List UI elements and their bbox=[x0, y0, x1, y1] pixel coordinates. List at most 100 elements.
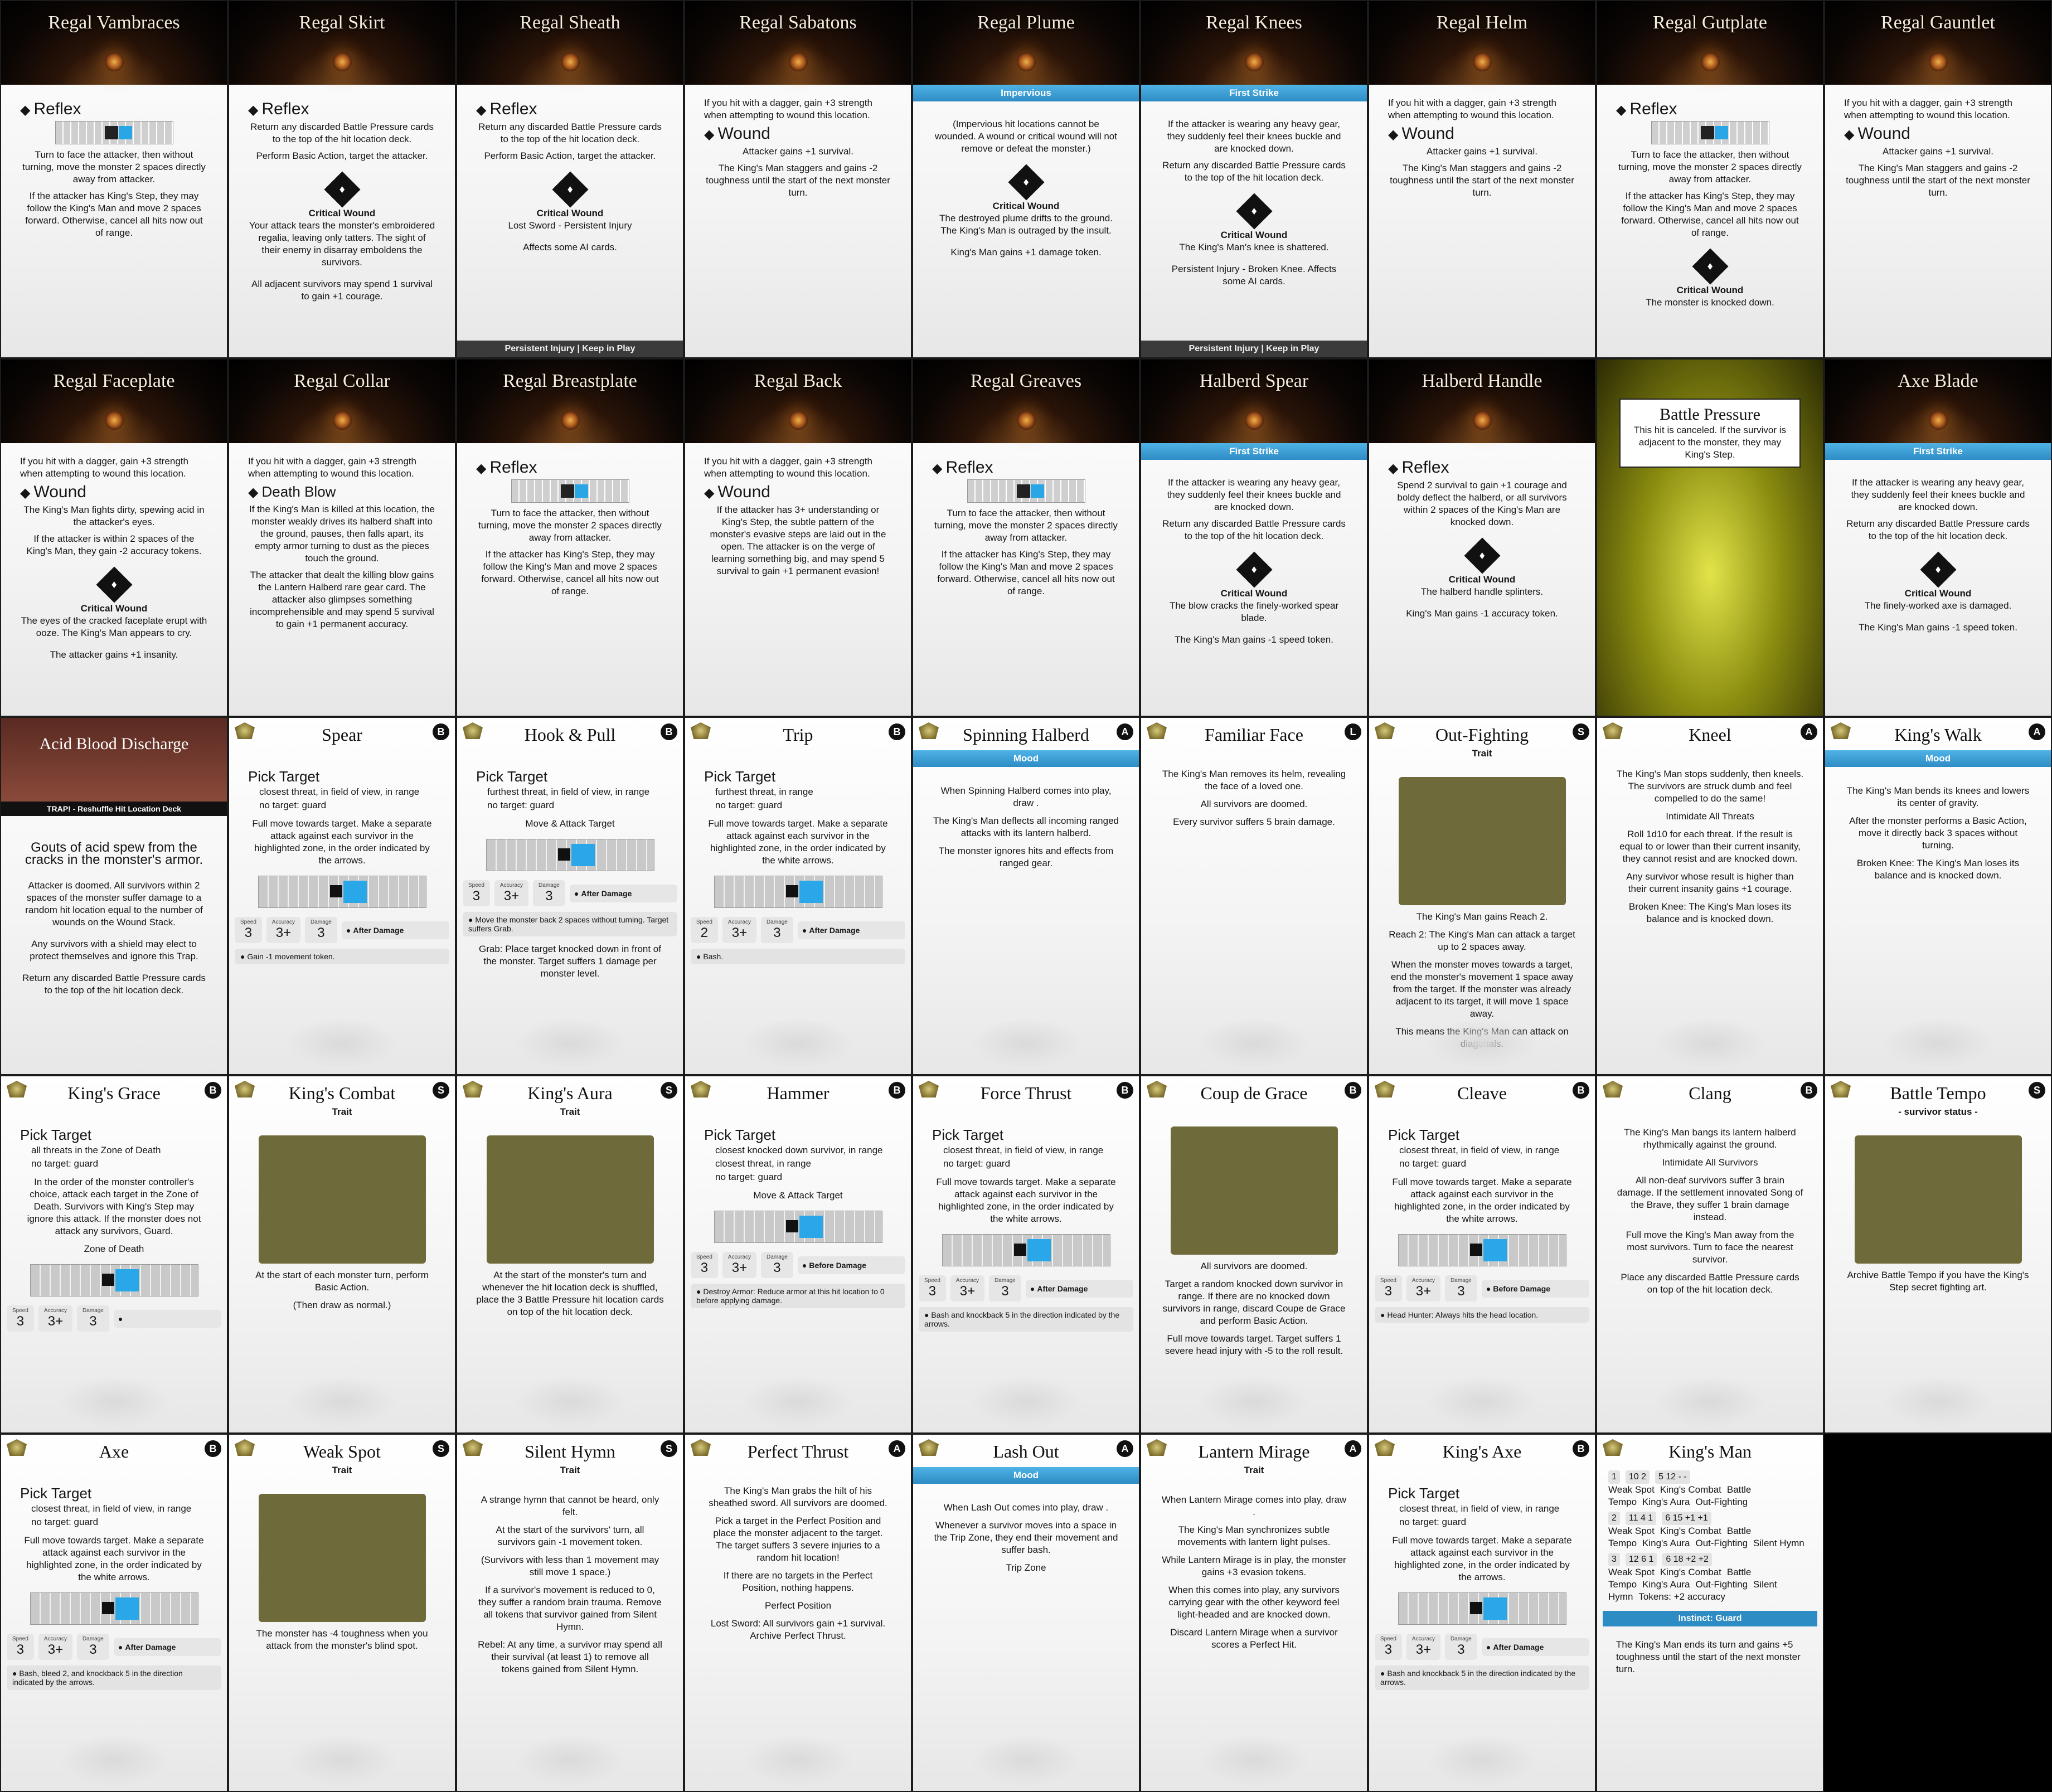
card-text: Move & Attack Target bbox=[525, 818, 615, 829]
ai-card[interactable]: King's Axe B Pick Target closest threat, in… bbox=[1368, 1434, 1596, 1792]
ai-card[interactable]: Cleave B Pick Target closest threat, in fie… bbox=[1368, 1075, 1596, 1434]
ai-card[interactable]: Out-Fighting S Trait The King's Man gains R… bbox=[1368, 717, 1596, 1075]
card-text: The King's Man stops suddenly, then knee… bbox=[1616, 769, 1804, 804]
card-type-badge: A bbox=[1117, 723, 1133, 740]
ai-card[interactable]: Coup de Grace B All survivors are doomed. T… bbox=[1140, 1075, 1368, 1434]
ai-card[interactable]: Spinning Halberd A Mood When Spinning Halbe… bbox=[912, 717, 1140, 1075]
hit-location-card[interactable]: Regal Sabatons If you hit with a dagger, … bbox=[684, 0, 912, 358]
ai-card[interactable]: King's Grace B Pick Target all threats in t… bbox=[0, 1075, 228, 1434]
hit-location-card[interactable]: Regal Skirt Reflex Return any discarded Ba… bbox=[228, 0, 456, 358]
card-title: Axe Blade bbox=[1898, 371, 1978, 391]
trait-item: Weak Spot bbox=[1608, 1484, 1655, 1495]
trigger-effect: Gain -1 movement token. bbox=[235, 949, 449, 964]
ai-card[interactable]: King's Man 1 10 25 12 - - Weak Spot King's C… bbox=[1596, 1434, 1824, 1792]
ai-card[interactable]: Clang B The King's Man bangs its lantern h… bbox=[1596, 1075, 1824, 1434]
card-body: The King's Man grabs the hilt of his she… bbox=[685, 1467, 911, 1642]
trait-item: King's Combat bbox=[1660, 1526, 1721, 1536]
target-condition: no target: guard bbox=[1399, 1517, 1467, 1527]
card-body: Reflex Return any discarded Battle Pressu… bbox=[229, 85, 455, 303]
critical-wound-label: Critical Wound bbox=[1904, 588, 1972, 599]
ai-card[interactable]: Silent Hymn S Trait A strange hymn that can… bbox=[456, 1434, 684, 1792]
critical-wound-text: The monster is knocked down. bbox=[1646, 297, 1774, 308]
card-header: Regal Vambraces bbox=[1, 1, 227, 85]
hit-location-card[interactable]: Regal Breastplate Reflex Turn to face the … bbox=[456, 358, 684, 717]
monster-marker-icon bbox=[329, 885, 342, 897]
stat-value: 3 bbox=[773, 925, 781, 940]
hit-location-card[interactable]: Regal Gauntlet If you hit with a dagger, … bbox=[1824, 0, 2052, 358]
hit-location-card[interactable]: Regal Knees First Strike If the attacker i… bbox=[1140, 0, 1368, 358]
card-text: Every survivor suffers 5 brain damage. bbox=[1173, 817, 1335, 827]
ai-card[interactable]: Familiar Face L The King's Man removes its… bbox=[1140, 717, 1368, 1075]
hit-location-card[interactable]: Regal Vambraces Reflex Turn to face the at… bbox=[0, 0, 228, 358]
ai-card[interactable]: Perfect Thrust A The King's Man grabs the … bbox=[684, 1434, 912, 1792]
monster-marker-icon bbox=[557, 848, 570, 861]
card-title: Regal Gutplate bbox=[1653, 12, 1767, 33]
hit-location-card[interactable]: Regal Sheath Reflex Return any discarded B… bbox=[456, 0, 684, 358]
hit-location-card[interactable]: Regal Gutplate Reflex Turn to face the att… bbox=[1596, 0, 1824, 358]
critical-wound-text: The blow cracks the finely-worked spear … bbox=[1169, 600, 1339, 623]
card-title: Kneel bbox=[1689, 725, 1731, 745]
attack-zone bbox=[20, 1264, 208, 1296]
hit-location-card[interactable]: Regal Collar If you hit with a dagger, ga… bbox=[228, 358, 456, 717]
hit-location-card[interactable]: Halberd Spear First Strike If the attacker… bbox=[1140, 358, 1368, 717]
hit-location-card[interactable]: Regal Greaves Reflex Turn to face the atta… bbox=[912, 358, 1140, 717]
hit-location-card[interactable]: Regal Faceplate If you hit with a dagger,… bbox=[0, 358, 228, 717]
card-body: The King's Man gains Reach 2. Reach 2: Th… bbox=[1369, 759, 1595, 1050]
ai-card[interactable]: Hammer B Pick Target closest knocked down s… bbox=[684, 1075, 912, 1434]
ai-card[interactable]: Force Thrust B Pick Target closest threat, … bbox=[912, 1075, 1140, 1434]
hit-location-card[interactable]: Regal Plume Impervious (Impervious hit loc… bbox=[912, 0, 1140, 358]
ai-card[interactable]: Axe B Pick Target closest threat, in field … bbox=[0, 1434, 228, 1792]
card-watermark bbox=[1198, 1735, 1310, 1785]
pick-target-label: Pick Target bbox=[476, 768, 548, 785]
card-text: The King's Man removes its helm, reveali… bbox=[1162, 769, 1346, 791]
ai-card[interactable]: Acid Blood Discharge TRAP! - Reshuffle Hi… bbox=[0, 717, 228, 1075]
lantern-icon: ♦ bbox=[1707, 260, 1713, 273]
stat-speed: Speed 3 bbox=[7, 1305, 34, 1332]
target-condition: closest threat, in field of view, in ran… bbox=[259, 786, 420, 797]
card-text: (Then draw as normal.) bbox=[293, 1300, 391, 1310]
card-header: Weak Spot S bbox=[229, 1435, 455, 1467]
stat-accuracy: Accuracy 3+ bbox=[1406, 1275, 1441, 1301]
ai-card[interactable]: King's Combat S Trait At the start of each … bbox=[228, 1075, 456, 1434]
ai-card[interactable]: Hook & Pull B Pick Target furthest threat, … bbox=[456, 717, 684, 1075]
hit-location-card[interactable]: Battle Pressure This hit is canceled. If … bbox=[1596, 358, 1824, 717]
ai-card[interactable]: Battle Tempo S - survivor status - Archive … bbox=[1824, 1075, 2052, 1434]
monster-marker-icon bbox=[560, 484, 574, 498]
card-extra-text: King's Man gains -1 accuracy token. bbox=[1406, 608, 1558, 619]
ai-card[interactable]: Lantern Mirage A Trait When Lantern Mirage … bbox=[1140, 1434, 1368, 1792]
stat-value: 3+ bbox=[503, 888, 520, 904]
ai-card[interactable]: King's Aura S Trait At the start of the mon… bbox=[456, 1075, 684, 1434]
card-text: Spend 2 survival to gain +1 courage and … bbox=[1397, 480, 1567, 527]
hit-location-card[interactable]: Regal Helm If you hit with a dagger, gain… bbox=[1368, 0, 1596, 358]
hit-location-card[interactable]: Halberd Handle Reflex Spend 2 survival to … bbox=[1368, 358, 1596, 717]
card-text: If the King's Man is killed at this loca… bbox=[249, 504, 435, 564]
stat-speed: Speed 3 bbox=[691, 1252, 718, 1278]
ai-card[interactable]: Kneel A The King's Man stops suddenly, the… bbox=[1596, 717, 1824, 1075]
monster-stats: 6 18 +2 +2 bbox=[1662, 1553, 1712, 1566]
card-header: Regal Gauntlet bbox=[1825, 1, 2051, 85]
ai-card[interactable]: Spear B Pick Target closest threat, in fiel… bbox=[228, 717, 456, 1075]
stat-speed: Speed 3 bbox=[1375, 1634, 1402, 1660]
critical-wound-text: Your attack tears the monster's embroide… bbox=[249, 220, 435, 268]
card-type-badge: B bbox=[205, 1440, 221, 1457]
card-type-badge: A bbox=[1117, 1440, 1133, 1457]
card-header: Halberd Handle bbox=[1369, 360, 1595, 443]
ai-card[interactable]: Lash Out A Mood When Lash Out comes into pl… bbox=[912, 1434, 1140, 1792]
card-text: Turn to face the attacker, then without … bbox=[934, 508, 1118, 543]
critical-wound-label: Critical Wound bbox=[1448, 574, 1516, 585]
pick-target-label: Pick Target bbox=[1388, 1485, 1460, 1502]
hit-location-card[interactable]: Regal Back If you hit with a dagger, gain… bbox=[684, 358, 912, 717]
hit-location-card[interactable]: Axe Blade First Strike If the attacker is … bbox=[1824, 358, 2052, 717]
trait-item: Out-Fighting bbox=[1695, 1497, 1748, 1507]
arrow-marker-icon bbox=[1714, 126, 1728, 139]
card-type-badge: S bbox=[1573, 723, 1589, 740]
ai-card[interactable]: Trip B Pick Target furthest threat, in rang… bbox=[684, 717, 912, 1075]
card-text: The monster ignores hits and effects fro… bbox=[938, 846, 1114, 868]
ai-card[interactable]: King's Walk A Mood The King's Man bends its… bbox=[1824, 717, 2052, 1075]
ai-card[interactable]: Weak Spot S Trait The monster has -4 toughn… bbox=[228, 1434, 456, 1792]
pick-target-label: Pick Target bbox=[704, 1126, 776, 1143]
card-text: When the monster moves towards a target,… bbox=[1390, 959, 1574, 1019]
card-text: Return any discarded Battle Pressure car… bbox=[1162, 518, 1346, 541]
card-pre-text: If you hit with a dagger, gain +3 streng… bbox=[704, 98, 872, 120]
stat-speed: Speed 3 bbox=[1375, 1275, 1402, 1301]
